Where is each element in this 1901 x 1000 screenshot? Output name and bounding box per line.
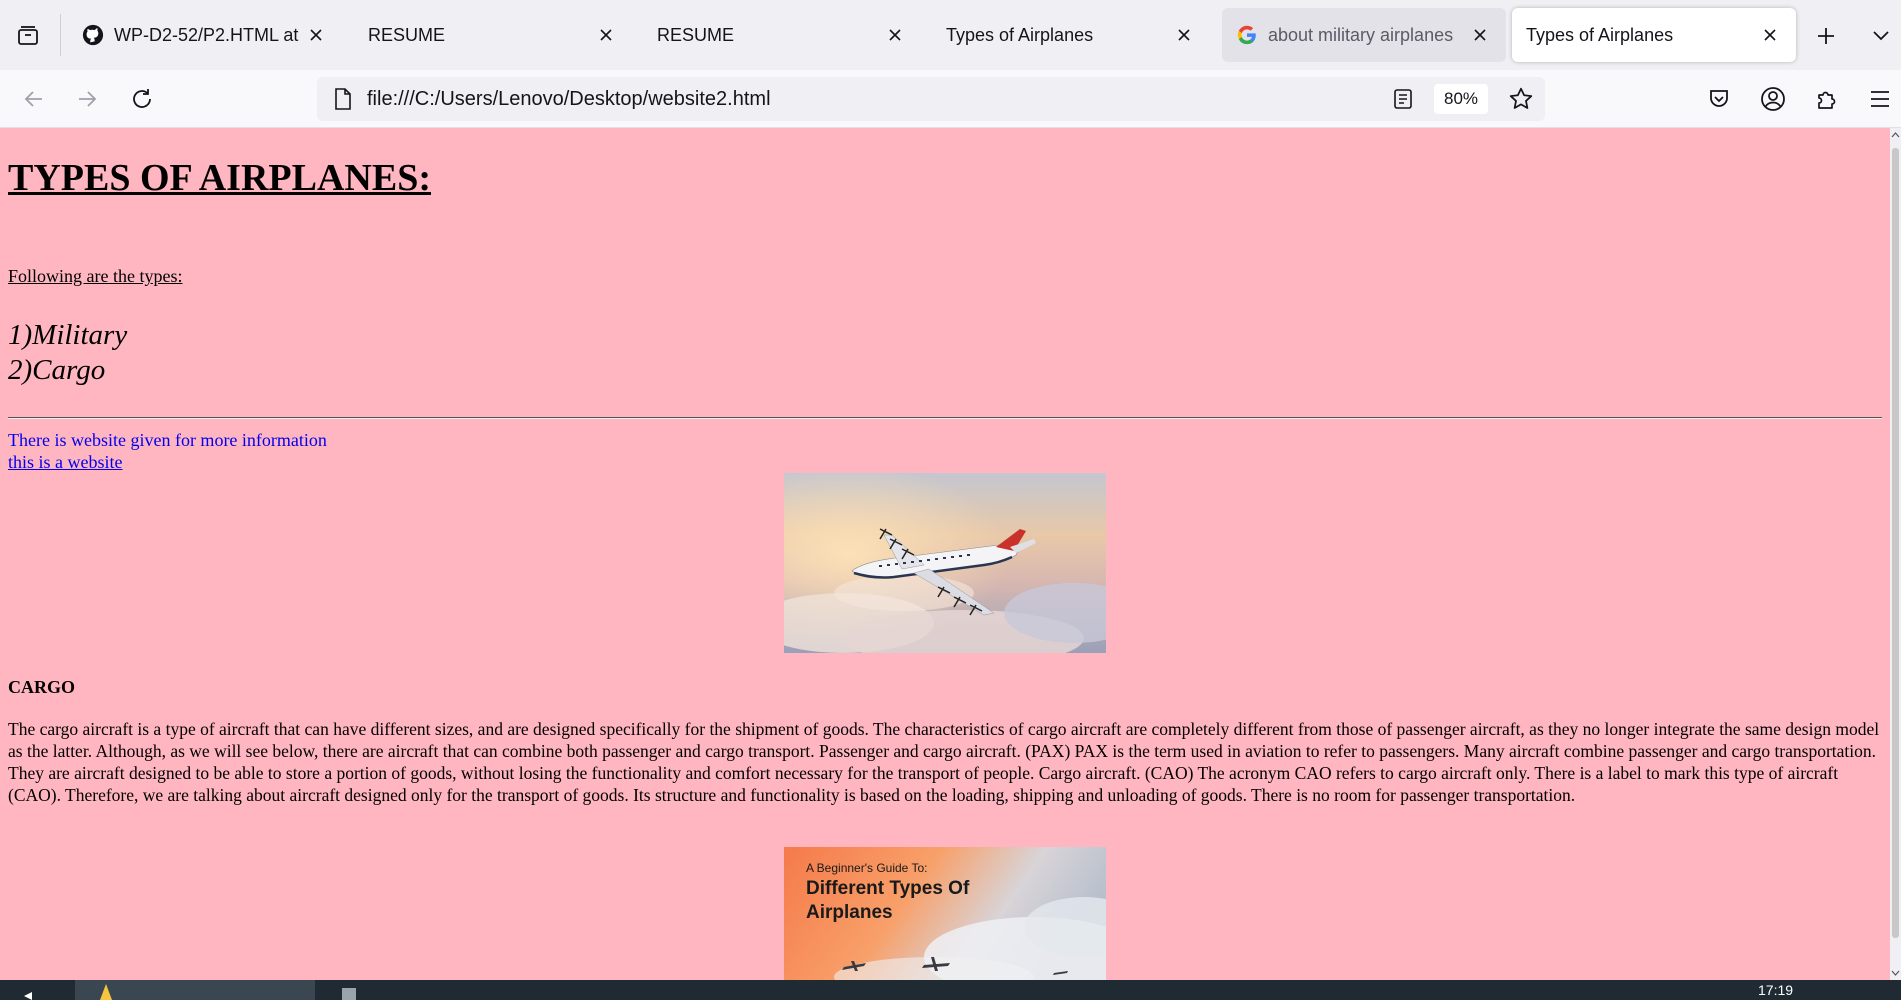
cargo-heading: CARGO	[8, 677, 75, 697]
file-explorer-icon[interactable]	[340, 982, 358, 1000]
bookmark-button[interactable]	[1505, 84, 1537, 114]
website-link[interactable]: this is a website	[8, 452, 123, 473]
os-taskbar: 17:19	[0, 980, 1901, 1000]
app-icon	[100, 984, 112, 1000]
close-tab-icon[interactable]	[304, 23, 328, 47]
scrollbar-thumb[interactable]	[1892, 148, 1899, 938]
page-title: TYPES OF AIRPLANES:	[8, 157, 431, 199]
type-item-military: 1)Military	[8, 319, 128, 351]
github-icon	[82, 24, 104, 46]
tab-resume-2[interactable]: RESUME	[643, 8, 921, 62]
back-arrow-icon	[24, 91, 42, 107]
horizontal-rule	[8, 417, 1882, 419]
scroll-down-arrow-icon[interactable]	[1891, 968, 1900, 978]
tab-resume-1[interactable]: RESUME	[354, 8, 632, 62]
close-tab-icon[interactable]	[1758, 23, 1782, 47]
google-icon	[1236, 24, 1258, 46]
guide-title-line-2: Airplanes	[806, 902, 893, 923]
web-page: TYPES OF AIRPLANES: Following are the ty…	[0, 128, 1890, 980]
tab-title: RESUME	[657, 24, 735, 45]
url-text[interactable]: file:///C:/Users/Lenovo/Desktop/website2…	[367, 88, 771, 111]
guide-title-line-1: Different Types Of	[806, 878, 970, 899]
pocket-icon	[1710, 90, 1728, 107]
forward-arrow-icon	[79, 91, 97, 107]
tab-types-of-airplanes-active[interactable]: Types of Airplanes	[1512, 8, 1796, 62]
intro-text: Following are the types:	[8, 266, 183, 286]
info-text: There is website given for more informat…	[8, 430, 327, 450]
zoom-level-badge[interactable]: 80%	[1434, 84, 1488, 114]
guide-subtitle: A Beginner's Guide To:	[806, 861, 928, 875]
tab-title: about military airplanes	[1268, 24, 1454, 45]
tab-separator	[60, 14, 61, 56]
tab-overview-button[interactable]	[12, 20, 44, 52]
chevron-down-icon	[1873, 31, 1889, 41]
tab-google-search[interactable]: about military airplanes	[1222, 8, 1506, 62]
start-icon[interactable]	[22, 982, 40, 1000]
airplane-above-clouds-image	[784, 473, 1106, 653]
reader-view-icon	[1394, 89, 1412, 109]
close-tab-icon[interactable]	[883, 23, 907, 47]
reload-button[interactable]	[122, 79, 162, 119]
guide-image-text: A Beginner's Guide To: Different Types O…	[806, 861, 969, 923]
tab-title: Types of Airplanes	[1526, 24, 1674, 45]
plus-icon	[1818, 28, 1834, 44]
account-icon	[1761, 87, 1785, 111]
tab-types-of-airplanes-1[interactable]: Types of Airplanes	[932, 8, 1210, 62]
page-icon	[331, 87, 355, 111]
account-button[interactable]	[1753, 79, 1793, 119]
star-icon	[1509, 87, 1533, 109]
tab-github[interactable]: WP-D2-52/P2.HTML at m	[68, 8, 342, 62]
close-tab-icon[interactable]	[1468, 23, 1492, 47]
extensions-button[interactable]	[1807, 79, 1847, 119]
tab-title: RESUME	[368, 24, 446, 45]
new-tab-button[interactable]	[1810, 20, 1842, 52]
close-tab-icon[interactable]	[594, 23, 618, 47]
cargo-paragraph: The cargo aircraft is a type of aircraft…	[8, 719, 1880, 805]
reload-icon	[133, 89, 151, 108]
tab-overview-icon	[18, 26, 38, 45]
back-button[interactable]	[14, 79, 54, 119]
app-menu-button[interactable]	[1862, 79, 1898, 119]
navigation-toolbar: file:///C:/Users/Lenovo/Desktop/website2…	[0, 70, 1901, 128]
types-of-airplanes-guide-image: A Beginner's Guide To: Different Types O…	[784, 847, 1106, 980]
scroll-up-arrow-icon[interactable]	[1891, 130, 1900, 140]
taskbar-clock: 17:19	[1758, 982, 1794, 998]
puzzle-piece-icon	[1818, 91, 1836, 109]
close-tab-icon[interactable]	[1172, 23, 1196, 47]
types-list: 1)Military 2)Cargo	[8, 318, 127, 388]
address-bar[interactable]: file:///C:/Users/Lenovo/Desktop/website2…	[317, 77, 1545, 121]
pocket-button[interactable]	[1699, 79, 1739, 119]
list-all-tabs-button[interactable]	[1866, 20, 1896, 52]
page-scrollbar[interactable]	[1890, 128, 1901, 980]
type-item-cargo: 2)Cargo	[8, 354, 106, 386]
tab-strip: WP-D2-52/P2.HTML at m RESUME RESUME Type…	[0, 0, 1901, 70]
tab-title: Types of Airplanes	[946, 24, 1094, 45]
hamburger-menu-icon	[1871, 91, 1889, 107]
taskbar-active-app[interactable]	[75, 980, 315, 1000]
forward-button[interactable]	[67, 79, 107, 119]
reader-view-button[interactable]	[1388, 85, 1418, 113]
tab-title: WP-D2-52/P2.HTML at m	[114, 24, 304, 45]
